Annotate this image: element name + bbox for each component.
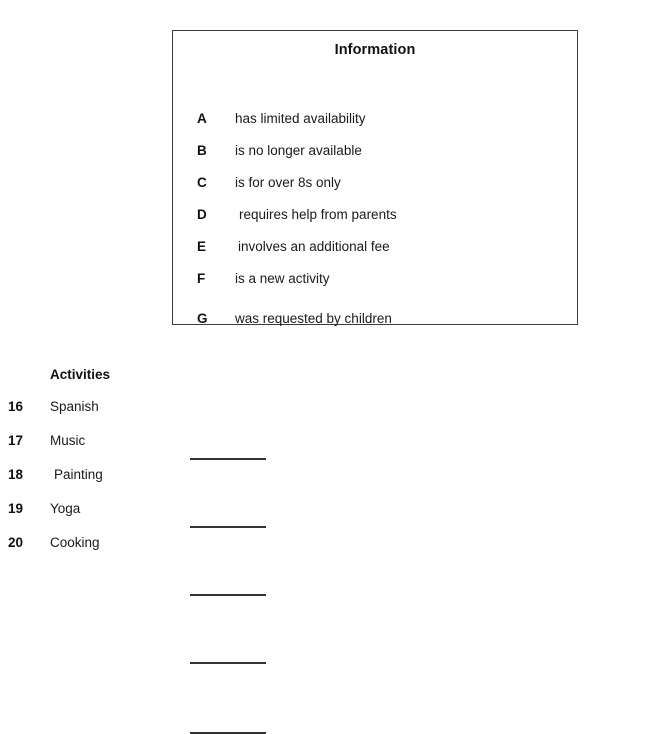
- information-option-f: F is a new activity: [173, 271, 577, 291]
- activity-number-17: 17: [8, 433, 24, 448]
- activity-row-16: 16 Spanish: [0, 399, 650, 460]
- activity-label-spanish: Spanish: [50, 399, 99, 414]
- activity-number-18: 18: [8, 467, 24, 482]
- activity-row-18: 18 Painting: [0, 467, 650, 596]
- information-option-e: E involves an additional fee: [173, 239, 577, 259]
- option-letter-d: D: [197, 207, 207, 222]
- option-letter-a: A: [197, 111, 207, 126]
- activity-label-painting: Painting: [54, 467, 103, 482]
- option-letter-b: B: [197, 143, 207, 158]
- answer-line-16[interactable]: [190, 458, 266, 460]
- answer-line-17[interactable]: [190, 526, 266, 528]
- information-option-a: A has limited availability: [173, 111, 577, 131]
- option-text-d: requires help from parents: [239, 207, 397, 222]
- option-text-e: involves an additional fee: [238, 239, 390, 254]
- information-option-b: B is no longer available: [173, 143, 577, 163]
- option-text-b: is no longer available: [235, 143, 362, 158]
- activities-section: Activities 16 Spanish 17 Music 18 Painti…: [0, 360, 650, 734]
- information-box-title: Information: [334, 42, 416, 58]
- option-text-f: is a new activity: [235, 271, 330, 286]
- information-option-d: D requires help from parents: [173, 207, 577, 227]
- information-box: Information A has limited availability B…: [172, 30, 578, 326]
- activity-label-music: Music: [50, 433, 86, 448]
- activity-label-cooking: Cooking: [50, 535, 100, 550]
- information-option-c: C is for over 8s only: [173, 175, 577, 195]
- option-letter-e: E: [197, 239, 207, 254]
- activity-number-19: 19: [8, 501, 24, 516]
- activity-number-20: 20: [8, 535, 24, 550]
- information-option-g: G was requested by children: [173, 311, 577, 331]
- activity-row-19: 19 Yoga: [0, 501, 650, 664]
- option-letter-f: F: [197, 271, 206, 286]
- option-text-g: was requested by children: [235, 311, 392, 326]
- answer-line-19[interactable]: [190, 662, 266, 664]
- option-text-a: has limited availability: [235, 111, 366, 126]
- activities-heading: Activities: [50, 367, 111, 382]
- activity-row-17: 17 Music: [0, 433, 650, 528]
- option-letter-c: C: [197, 175, 207, 190]
- activity-number-16: 16: [8, 399, 24, 414]
- option-letter-g: G: [197, 311, 208, 326]
- option-text-c: is for over 8s only: [235, 175, 341, 190]
- answer-line-18[interactable]: [190, 594, 266, 596]
- activity-row-20: 20 Cooking: [0, 535, 650, 734]
- activity-label-yoga: Yoga: [50, 501, 81, 516]
